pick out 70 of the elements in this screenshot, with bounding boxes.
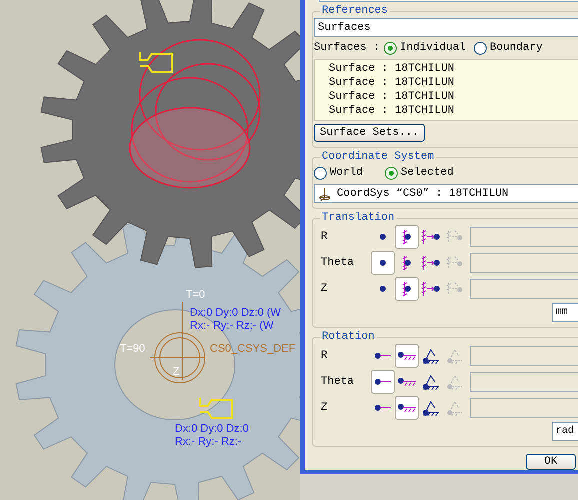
radio-button[interactable]	[385, 166, 398, 180]
section-title: References	[321, 5, 390, 17]
dot-icon	[379, 285, 387, 293]
dashed-arrow-icon	[446, 229, 464, 245]
constraint-option-button[interactable]	[395, 396, 419, 420]
unit-dropdown[interactable]: rad	[552, 422, 578, 441]
radio-button[interactable]	[314, 166, 327, 180]
annotation-label: Rx:- Ry:- Rz:- (W	[190, 320, 274, 332]
dashed-rotate-icon	[446, 347, 464, 365]
section-title: Translation	[321, 212, 396, 224]
dashed-rotate-icon	[446, 399, 464, 417]
hatched-dot-icon	[401, 255, 413, 271]
ok-button[interactable]: OK	[526, 454, 576, 470]
dot-ground-icon	[397, 377, 417, 387]
reference-type-field[interactable]: Surfaces	[314, 18, 578, 37]
axis-label: Z	[320, 402, 329, 414]
axis-label: R	[320, 350, 329, 362]
axis-label: Theta	[320, 257, 356, 269]
axis-label: R	[320, 231, 329, 243]
axis-label: Theta	[320, 376, 356, 388]
dot-ground-icon	[397, 403, 417, 413]
surface-list-item[interactable]: Surface : 18TCHILUN	[329, 62, 578, 76]
dot-line-icon	[374, 404, 392, 412]
dot-icon	[379, 259, 387, 267]
rotate-ground-icon	[422, 399, 440, 417]
hatched-arrow-icon	[421, 229, 441, 245]
radio-label[interactable]: World	[330, 167, 364, 179]
annotation-label: Dx:0 Dy:0 Dz:0 (W	[190, 307, 282, 319]
rotate-ground-icon	[422, 373, 440, 391]
dot-icon	[379, 233, 387, 241]
constraint-option-button[interactable]	[371, 251, 395, 275]
section-title: Coordinate System	[321, 151, 436, 163]
annotation-label: CS0_CSYS_DEF	[210, 343, 296, 355]
constraint-option-button[interactable]	[395, 344, 419, 368]
hatched-arrow-icon	[421, 281, 441, 297]
constraint-option-button[interactable]	[395, 277, 419, 301]
dashed-arrow-icon	[446, 255, 464, 271]
dashed-arrow-icon	[446, 281, 464, 297]
surface-sets-button[interactable]: Surface Sets...	[314, 124, 426, 142]
coordinate-system-name: CoordSys “CS0” : 18TCHILUN	[337, 188, 509, 200]
constraint-option-button[interactable]	[371, 370, 395, 394]
mode-label: Surfaces :	[314, 42, 380, 54]
annotation-label: T=0	[186, 289, 206, 301]
surface-list-item[interactable]: Surface : 18TCHILUN	[329, 90, 578, 104]
dot-line-icon	[374, 378, 392, 386]
radio-button[interactable]	[384, 42, 398, 54]
hatched-dot-icon	[401, 281, 413, 297]
section-title: Rotation	[321, 331, 376, 343]
annotation-label: Z	[173, 366, 180, 378]
selection-marker-icon	[139, 52, 173, 73]
axis-label: Z	[320, 283, 329, 295]
radio-label[interactable]: Individual	[400, 42, 466, 54]
selection-marker-icon	[199, 398, 233, 419]
unit-dropdown[interactable]: mm	[552, 303, 578, 322]
coordinate-system-field[interactable]: CoordSys “CS0” : 18TCHILUN	[314, 184, 578, 203]
dot-line-icon	[374, 352, 392, 360]
dashed-rotate-icon	[446, 373, 464, 391]
hatched-arrow-icon	[421, 255, 441, 271]
surface-list-item[interactable]: Surface : 18TCHILUN	[329, 76, 578, 90]
annotation-label: T=90	[120, 343, 146, 355]
rotate-ground-icon	[422, 347, 440, 365]
radio-button[interactable]	[474, 42, 488, 54]
annotation-label: Rx:- Ry:- Rz:-	[175, 436, 242, 448]
radio-label[interactable]: Boundary	[490, 42, 543, 54]
surface-list-item[interactable]: Surface : 18TCHILUN	[329, 104, 578, 118]
dot-ground-icon	[397, 351, 417, 361]
annotation-label: Dx:0 Dy:0 Dz:0	[175, 423, 249, 435]
constraint-option-button[interactable]	[395, 225, 419, 249]
hatched-dot-icon	[401, 229, 413, 245]
radio-label[interactable]: Selected	[401, 167, 454, 179]
